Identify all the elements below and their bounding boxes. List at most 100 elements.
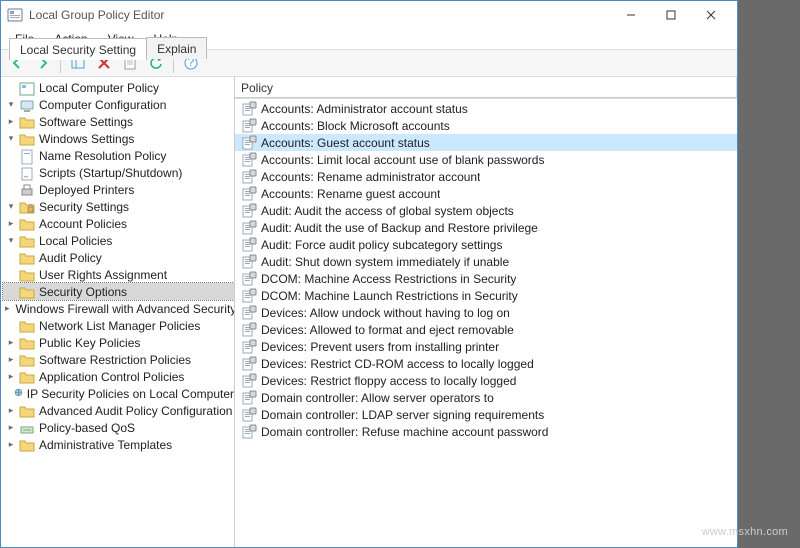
lock-folder-icon bbox=[19, 217, 35, 231]
lock-folder-icon bbox=[19, 268, 35, 282]
policy-item-icon bbox=[241, 254, 257, 270]
list-item[interactable]: Devices: Restrict floppy access to local… bbox=[235, 372, 737, 389]
list-item-label: Devices: Allow undock without having to … bbox=[261, 306, 510, 320]
policy-item-icon bbox=[241, 305, 257, 321]
window-buttons bbox=[611, 2, 731, 28]
tree-ipsec[interactable]: ▸IP Security Policies on Local Computer bbox=[3, 385, 234, 402]
tree-advanced-audit[interactable]: ▸Advanced Audit Policy Configuration bbox=[3, 402, 234, 419]
lock-folder-icon bbox=[19, 200, 35, 214]
ipsec-icon bbox=[14, 387, 23, 401]
list-item[interactable]: Audit: Force audit policy subcategory se… bbox=[235, 236, 737, 253]
folder-icon bbox=[19, 115, 35, 129]
list-item[interactable]: Devices: Allow undock without having to … bbox=[235, 304, 737, 321]
list-item[interactable]: DCOM: Machine Launch Restrictions in Sec… bbox=[235, 287, 737, 304]
list-item[interactable]: Accounts: Block Microsoft accounts bbox=[235, 117, 737, 134]
list-item[interactable]: Accounts: Rename administrator account bbox=[235, 168, 737, 185]
policy-item-icon bbox=[241, 169, 257, 185]
tree-name-resolution[interactable]: ▸Name Resolution Policy bbox=[3, 147, 234, 164]
folder-icon bbox=[19, 336, 35, 350]
policy-item-icon bbox=[241, 186, 257, 202]
policy-item-icon bbox=[241, 271, 257, 287]
tree-scripts[interactable]: ▸Scripts (Startup/Shutdown) bbox=[3, 164, 234, 181]
list-item-label: Audit: Shut down system immediately if u… bbox=[261, 255, 509, 269]
policy-item-icon bbox=[241, 373, 257, 389]
policy-item-icon bbox=[241, 135, 257, 151]
list-item-label: DCOM: Machine Launch Restrictions in Sec… bbox=[261, 289, 518, 303]
policy-item-icon bbox=[241, 339, 257, 355]
list-item-label: Domain controller: Allow server operator… bbox=[261, 391, 494, 405]
list-pane: Policy Accounts: Administrator account s… bbox=[235, 77, 737, 547]
tree-security-options[interactable]: ▸Security Options bbox=[3, 283, 234, 300]
policy-item-icon bbox=[241, 407, 257, 423]
main-window: Local Group Policy Editor File Action Vi… bbox=[0, 0, 738, 548]
list-item[interactable]: DCOM: Machine Access Restrictions in Sec… bbox=[235, 270, 737, 287]
list-item[interactable]: Audit: Shut down system immediately if u… bbox=[235, 253, 737, 270]
qos-icon bbox=[19, 421, 35, 435]
policy-item-icon bbox=[241, 288, 257, 304]
app-icon bbox=[7, 7, 23, 23]
tab-explain[interactable]: Explain bbox=[146, 37, 207, 59]
printer-icon bbox=[19, 183, 35, 197]
tree-account-policies[interactable]: ▸Account Policies bbox=[3, 215, 234, 232]
list-item[interactable]: Domain controller: Refuse machine accoun… bbox=[235, 423, 737, 440]
tree-firewall[interactable]: ▸Windows Firewall with Advanced Security bbox=[3, 300, 234, 317]
tree-admin-templates[interactable]: ▸Administrative Templates bbox=[3, 436, 234, 453]
list-item[interactable]: Devices: Allowed to format and eject rem… bbox=[235, 321, 737, 338]
list-item-label: DCOM: Machine Access Restrictions in Sec… bbox=[261, 272, 516, 286]
tree-network-list[interactable]: ▸Network List Manager Policies bbox=[3, 317, 234, 334]
list-item-label: Devices: Restrict CD-ROM access to local… bbox=[261, 357, 534, 371]
policy-item-icon bbox=[241, 101, 257, 117]
list-item-label: Devices: Restrict floppy access to local… bbox=[261, 374, 516, 388]
tree-user-rights[interactable]: ▸User Rights Assignment bbox=[3, 266, 234, 283]
list-item[interactable]: Accounts: Guest account status bbox=[235, 134, 737, 151]
list-item-label: Accounts: Administrator account status bbox=[261, 102, 468, 116]
folder-icon bbox=[19, 319, 35, 333]
tree-pane[interactable]: ▸Local Computer Policy ▾Computer Configu… bbox=[1, 77, 235, 547]
folder-icon bbox=[19, 370, 35, 384]
policy-item-icon bbox=[241, 237, 257, 253]
tree-qos[interactable]: ▸Policy-based QoS bbox=[3, 419, 234, 436]
list-item[interactable]: Domain controller: Allow server operator… bbox=[235, 389, 737, 406]
tab-local-security[interactable]: Local Security Setting bbox=[9, 38, 147, 60]
watermark: www.msxhn.com bbox=[702, 526, 788, 538]
list-item-label: Audit: Force audit policy subcategory se… bbox=[261, 238, 502, 252]
list-item[interactable]: Accounts: Limit local account use of bla… bbox=[235, 151, 737, 168]
maximize-button[interactable] bbox=[651, 2, 691, 28]
list-item-label: Audit: Audit the use of Backup and Resto… bbox=[261, 221, 538, 235]
policy-list[interactable]: Accounts: Administrator account statusAc… bbox=[235, 99, 737, 441]
list-item[interactable]: Devices: Prevent users from installing p… bbox=[235, 338, 737, 355]
policy-item-icon bbox=[241, 424, 257, 440]
list-item[interactable]: Audit: Audit the use of Backup and Resto… bbox=[235, 219, 737, 236]
tree-deployed-printers[interactable]: ▸Deployed Printers bbox=[3, 181, 234, 198]
tree-public-key[interactable]: ▸Public Key Policies bbox=[3, 334, 234, 351]
tree-computer-configuration[interactable]: ▾Computer Configuration bbox=[3, 96, 234, 113]
policy-item-icon bbox=[241, 356, 257, 372]
list-item[interactable]: Accounts: Rename guest account bbox=[235, 185, 737, 202]
list-item-label: Accounts: Guest account status bbox=[261, 136, 430, 150]
list-item[interactable]: Devices: Restrict CD-ROM access to local… bbox=[235, 355, 737, 372]
tree-windows-settings[interactable]: ▾Windows Settings bbox=[3, 130, 234, 147]
list-item-label: Devices: Allowed to format and eject rem… bbox=[261, 323, 514, 337]
doc-icon bbox=[19, 149, 35, 163]
tree-audit-policy[interactable]: ▸Audit Policy bbox=[3, 249, 234, 266]
tree-local-policies[interactable]: ▾Local Policies bbox=[3, 232, 234, 249]
tree-security-settings[interactable]: ▾Security Settings bbox=[3, 198, 234, 215]
folder-icon bbox=[19, 404, 35, 418]
list-column-policy[interactable]: Policy bbox=[235, 77, 737, 99]
tree-root[interactable]: ▸Local Computer Policy bbox=[3, 79, 234, 96]
list-item-label: Accounts: Rename guest account bbox=[261, 187, 440, 201]
tree-software-restriction[interactable]: ▸Software Restriction Policies bbox=[3, 351, 234, 368]
list-item[interactable]: Accounts: Administrator account status bbox=[235, 100, 737, 117]
folder-icon bbox=[19, 353, 35, 367]
list-item[interactable]: Domain controller: LDAP server signing r… bbox=[235, 406, 737, 423]
policy-icon bbox=[19, 81, 35, 95]
policy-item-icon bbox=[241, 390, 257, 406]
list-item[interactable]: Audit: Audit the access of global system… bbox=[235, 202, 737, 219]
tree-app-control[interactable]: ▸Application Control Policies bbox=[3, 368, 234, 385]
close-button[interactable] bbox=[691, 2, 731, 28]
list-item-label: Audit: Audit the access of global system… bbox=[261, 204, 514, 218]
computer-icon bbox=[19, 98, 35, 112]
minimize-button[interactable] bbox=[611, 2, 651, 28]
lock-folder-icon bbox=[19, 285, 35, 299]
tree-software-settings[interactable]: ▸Software Settings bbox=[3, 113, 234, 130]
